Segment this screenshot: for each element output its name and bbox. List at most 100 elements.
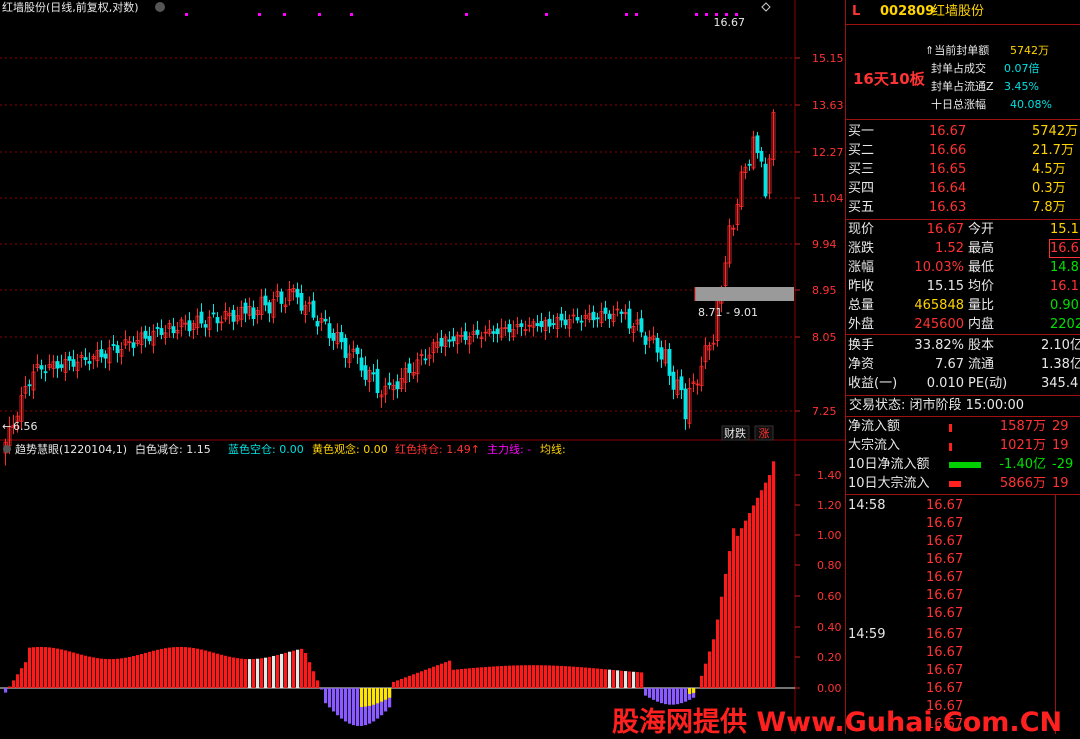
candle-body bbox=[759, 150, 764, 162]
indicator-bar bbox=[432, 666, 436, 688]
tick-row[interactable]: 14:59 16.67 bbox=[846, 626, 1080, 644]
indicator-bar bbox=[448, 660, 452, 688]
indicator-bar bbox=[76, 653, 80, 688]
event-marker[interactable] bbox=[318, 13, 321, 16]
tick-row[interactable]: 14:58 16.67 bbox=[846, 497, 1080, 515]
seal-row: ⇑当前封单额 5742万 bbox=[846, 42, 1080, 60]
indicator-bar bbox=[212, 652, 216, 688]
indicator-bar bbox=[712, 639, 716, 688]
indicator-bar bbox=[748, 513, 752, 688]
indicator-bar bbox=[768, 475, 772, 688]
event-marker[interactable] bbox=[625, 13, 628, 16]
indicator-bar bbox=[304, 653, 308, 688]
quote-label: 昨收 bbox=[848, 279, 875, 294]
indicator-bar bbox=[352, 688, 356, 726]
bid-volume: 4.5万 bbox=[1032, 162, 1066, 177]
event-marker[interactable] bbox=[283, 13, 286, 16]
candle-body bbox=[59, 364, 64, 368]
candle-body bbox=[679, 376, 684, 391]
event-marker[interactable] bbox=[695, 13, 698, 16]
indicator-bar bbox=[436, 665, 440, 688]
indicator-bar bbox=[544, 665, 548, 688]
fund-label: 换手 bbox=[848, 338, 875, 353]
indicator-bar bbox=[180, 646, 184, 688]
candle-body bbox=[387, 382, 392, 386]
tick-price: 16.67 bbox=[926, 498, 964, 513]
quote-label: 今开 bbox=[968, 222, 995, 237]
candle-body bbox=[279, 291, 284, 304]
tick-row[interactable]: 16.67 bbox=[846, 680, 1080, 698]
indicator-bar bbox=[756, 497, 760, 688]
fund-value: 2.10亿 bbox=[1041, 338, 1080, 353]
indicator-bar bbox=[132, 656, 136, 688]
quote-value: 245600 bbox=[914, 317, 964, 332]
indicator-bar bbox=[288, 651, 292, 688]
indicator-bar bbox=[276, 654, 280, 688]
indicator-bar bbox=[612, 670, 616, 688]
tick-row[interactable]: 16.67 bbox=[846, 605, 1080, 623]
chevron-down-icon[interactable] bbox=[155, 2, 165, 12]
kline-chart-area[interactable]: 15.15 13.63 12.27 11.04 9.94 8.95 8.05 7.25 红墙股份… bbox=[0, 0, 845, 734]
indicator-y-label: 0.80 bbox=[817, 559, 842, 572]
event-marker[interactable] bbox=[635, 13, 638, 16]
indicator-bar-yellow bbox=[368, 688, 372, 706]
quote-value: 14.80 bbox=[1050, 260, 1080, 275]
candle-body bbox=[263, 295, 268, 306]
tick-row[interactable]: 16.67 bbox=[846, 515, 1080, 533]
bid-price: 16.63 bbox=[929, 200, 967, 215]
indicator-bar bbox=[60, 649, 64, 688]
bid-volume: 21.7万 bbox=[1032, 143, 1074, 158]
quote-value: 16.67 bbox=[926, 222, 964, 237]
indicator-menu-icon[interactable] bbox=[3, 445, 11, 453]
fund-label: 净资 bbox=[848, 357, 875, 372]
candle-body bbox=[747, 163, 752, 166]
event-marker[interactable] bbox=[258, 13, 261, 16]
indicator-bar bbox=[512, 665, 516, 688]
range-box bbox=[695, 287, 794, 301]
candle-body bbox=[339, 332, 344, 343]
quote-label: 涨幅 bbox=[848, 260, 875, 275]
fund-label: 收益(一) bbox=[848, 376, 898, 391]
indicator-bar bbox=[728, 551, 732, 688]
indicator-bar bbox=[516, 665, 520, 688]
y-axis-label: 11.04 bbox=[812, 192, 844, 205]
indicator-bar bbox=[468, 668, 472, 688]
fund-label: PE(动) bbox=[968, 376, 1008, 391]
indicator-bar bbox=[480, 667, 484, 688]
tick-row[interactable]: 16.67 bbox=[846, 644, 1080, 662]
indicator-bar bbox=[184, 647, 188, 688]
indicator-bar bbox=[440, 663, 444, 688]
y-axis-label: 7.25 bbox=[812, 405, 837, 418]
indicator-bar bbox=[472, 667, 476, 688]
indicator-bar bbox=[272, 655, 276, 688]
quote-label: 总量 bbox=[848, 298, 875, 313]
seal-label: ⇑当前封单额 bbox=[925, 44, 990, 57]
tick-row[interactable]: 16.67 bbox=[846, 551, 1080, 569]
stock-marker: L bbox=[852, 4, 861, 19]
seal-label: 十日总涨幅 bbox=[931, 98, 986, 111]
candle-body bbox=[231, 309, 236, 322]
event-marker[interactable] bbox=[545, 13, 548, 16]
event-marker[interactable] bbox=[465, 13, 468, 16]
tick-row[interactable]: 16.67 bbox=[846, 587, 1080, 605]
tick-row[interactable]: 16.67 bbox=[846, 533, 1080, 551]
event-marker[interactable] bbox=[350, 13, 353, 16]
tick-row[interactable]: 16.67 bbox=[846, 569, 1080, 587]
tick-price: 16.67 bbox=[926, 645, 964, 660]
candle-body bbox=[619, 311, 624, 314]
candle-body bbox=[551, 323, 556, 326]
indicator-bar bbox=[460, 669, 464, 688]
seal-label: 封单占流通Z bbox=[931, 80, 994, 93]
tick-row[interactable]: 16.67 bbox=[846, 662, 1080, 680]
flow-bar bbox=[949, 443, 952, 451]
event-marker[interactable] bbox=[705, 13, 708, 16]
watermark-text: 股海网提供 Www.Guhai.Com.CN bbox=[612, 707, 1063, 738]
candle-body bbox=[147, 335, 152, 342]
tick-price: 16.67 bbox=[926, 570, 964, 585]
indicator-bar bbox=[416, 672, 420, 688]
event-marker[interactable] bbox=[185, 13, 188, 16]
indicator-bar bbox=[616, 670, 620, 688]
candle-body bbox=[159, 328, 164, 335]
candle-body bbox=[87, 361, 92, 364]
indicator-bar-yellow bbox=[372, 688, 376, 705]
